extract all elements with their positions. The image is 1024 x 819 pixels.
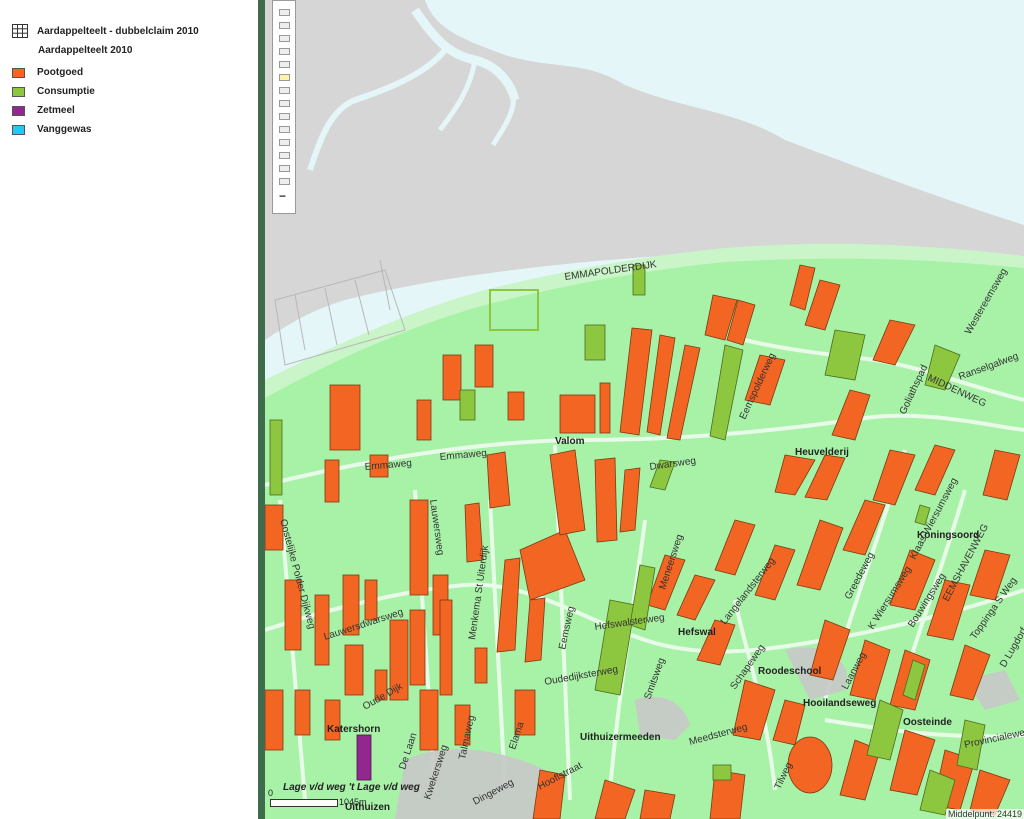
legend-item-label: Pootgoed [37, 67, 84, 78]
parcels-zetmeel [356, 734, 372, 781]
parcel[interactable] [559, 394, 596, 434]
parcel[interactable] [265, 689, 284, 751]
scale-distance-label: 1045m [339, 797, 367, 807]
map-viewport[interactable]: EMMAPOLDERDIJK Westereemsweg Ranselgalwe… [265, 0, 1024, 819]
legend-item-vanggewas[interactable]: Vanggewas [12, 124, 91, 135]
zoom-out-icon[interactable]: − [279, 189, 286, 203]
parcel[interactable] [294, 689, 311, 736]
parcel[interactable] [356, 734, 372, 781]
parcel[interactable] [439, 599, 453, 696]
zoom-level[interactable] [279, 9, 290, 16]
place-label: Hefswal [678, 627, 716, 638]
parcel[interactable] [639, 789, 676, 819]
map-canvas[interactable]: EMMAPOLDERDIJK Westereemsweg Ranselgalwe… [265, 0, 1024, 819]
parcel[interactable] [474, 344, 494, 388]
legend-swatch-consumptie [12, 86, 25, 97]
place-label: Valom [555, 436, 585, 447]
zoom-level[interactable] [279, 152, 290, 159]
zoom-level[interactable] [279, 22, 290, 29]
legend-item-label: Consumptie [37, 86, 95, 97]
legend-panel: Aardappelteelt - dubbelclaim 2010 Aardap… [0, 0, 258, 819]
parcel[interactable] [442, 354, 462, 401]
zoom-level[interactable] [279, 113, 290, 120]
parcel[interactable] [599, 382, 611, 434]
parcel[interactable] [269, 419, 283, 496]
parcel[interactable] [419, 689, 439, 751]
place-label: Uithuizermeeden [580, 732, 661, 743]
zoom-level[interactable] [279, 126, 290, 133]
coordinate-readout: Middelpunt: 24419 [945, 809, 1024, 819]
zoom-level[interactable] [279, 100, 290, 107]
zoom-level[interactable] [279, 139, 290, 146]
parcel[interactable] [712, 764, 732, 781]
parcel[interactable] [416, 399, 432, 441]
parcel[interactable] [409, 499, 429, 596]
legend-layer-dubbelclaim[interactable]: Aardappelteelt - dubbelclaim 2010 [12, 24, 199, 38]
zoom-level[interactable] [279, 165, 290, 172]
scale-zero-label: 0 [268, 788, 274, 798]
place-label: Oosteinde [903, 717, 952, 728]
place-label: Koningsoord [917, 530, 979, 541]
parcel[interactable] [344, 644, 364, 696]
scale-ruler [270, 799, 338, 807]
zoom-level[interactable] [279, 35, 290, 42]
legend-item-consumptie[interactable]: Consumptie [12, 86, 95, 97]
panel-divider[interactable] [258, 0, 265, 819]
legend-item-pootgoed[interactable]: Pootgoed [12, 67, 83, 78]
zoom-slider[interactable]: − [272, 0, 296, 214]
zoom-level[interactable] [279, 87, 290, 94]
legend-item-zetmeel[interactable]: Zetmeel [12, 105, 75, 116]
legend-layer-title: Aardappelteelt 2010 [38, 45, 133, 56]
parcel[interactable] [329, 384, 361, 451]
place-label: Hooilandseweg [803, 698, 876, 709]
legend-swatch-pootgoed [12, 67, 25, 78]
parcel[interactable] [364, 579, 378, 621]
parcel[interactable] [507, 391, 525, 421]
parcel[interactable] [324, 459, 340, 503]
parcel[interactable] [459, 389, 476, 421]
place-label: Roodeschool [758, 666, 822, 677]
parcel[interactable] [584, 324, 606, 361]
zoom-level[interactable] [279, 48, 290, 55]
grid-icon [12, 24, 28, 38]
legend-swatch-vanggewas [12, 124, 25, 135]
parcel[interactable] [787, 736, 833, 794]
zoom-level-current[interactable] [279, 74, 290, 81]
parcel[interactable] [594, 457, 618, 543]
parcel[interactable] [409, 609, 426, 686]
legend-item-label: Zetmeel [37, 105, 75, 116]
zoom-level[interactable] [279, 178, 290, 185]
zoom-level[interactable] [279, 61, 290, 68]
legend-swatch-zetmeel [12, 105, 25, 116]
scale-bar: 0 1045m [268, 780, 388, 810]
place-label: Heuvelderij [795, 447, 849, 458]
legend-layer-dubbelclaim-label: Aardappelteelt - dubbelclaim 2010 [37, 25, 199, 37]
parcel[interactable] [474, 647, 488, 684]
place-label: Katershorn [327, 724, 380, 735]
legend-item-label: Vanggewas [37, 124, 92, 135]
